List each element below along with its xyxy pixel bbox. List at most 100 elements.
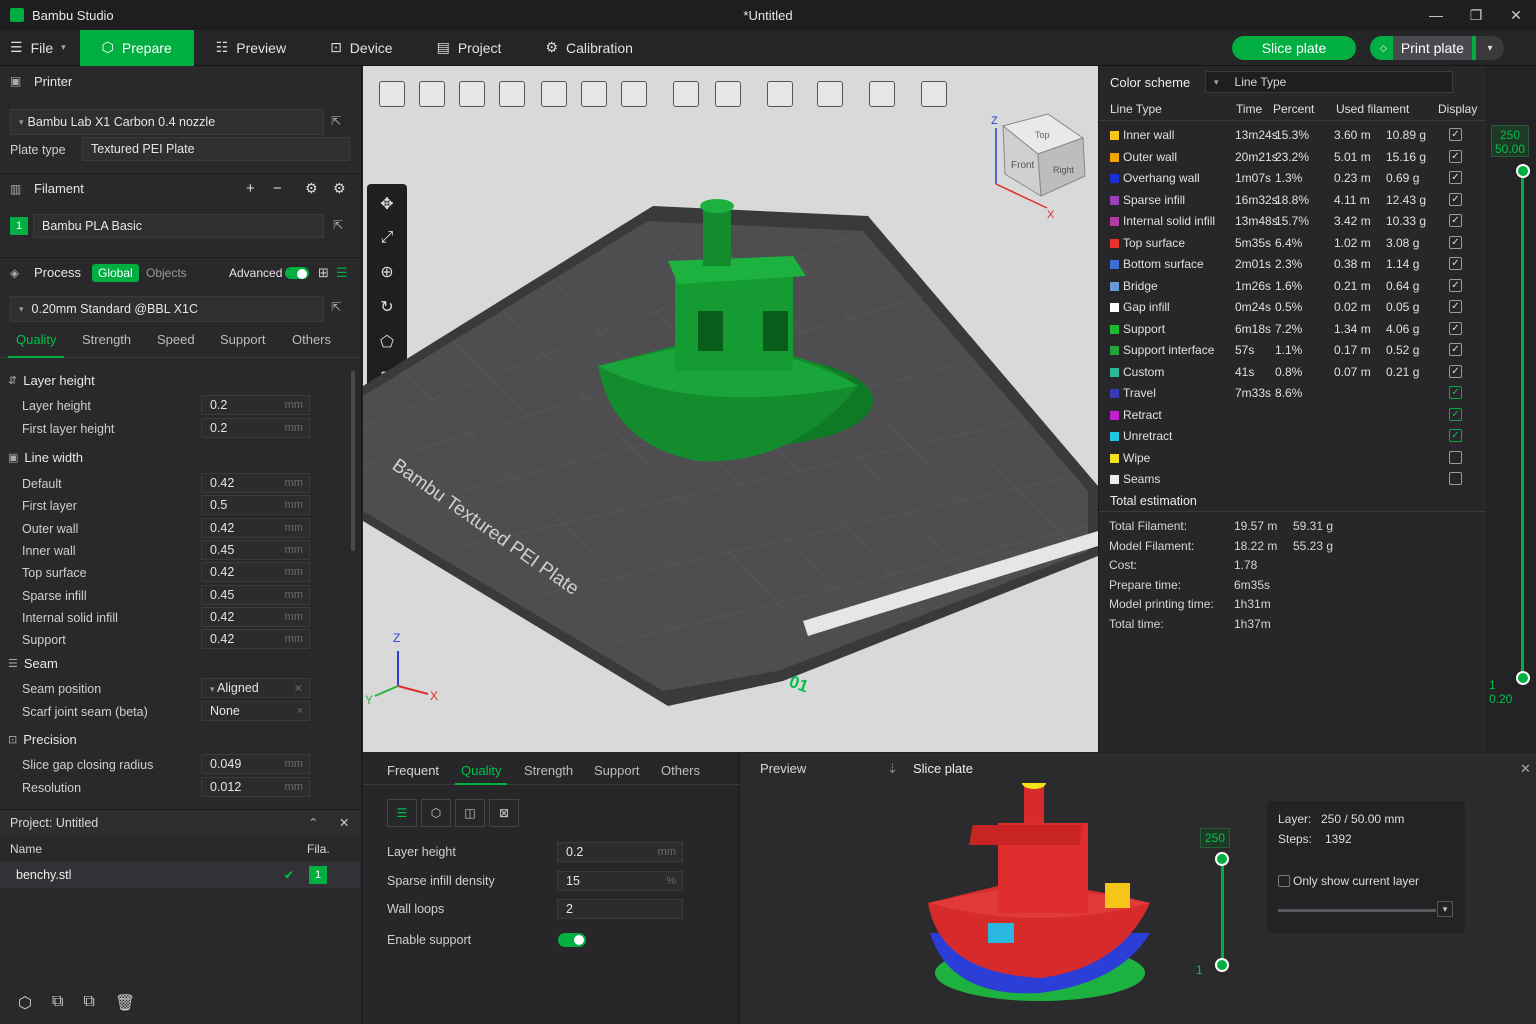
print-dropdown-icon[interactable]: ▾ (1476, 36, 1504, 60)
display-checkbox[interactable]: ✓ (1449, 321, 1462, 335)
filament-sync-icon[interactable]: ⚙ (333, 180, 346, 197)
line-width-setting-input[interactable]: 0.42 mm (201, 629, 310, 650)
line-width-setting-input[interactable]: 0.42 mm (201, 473, 310, 493)
clear-icon[interactable]: ✕ (294, 682, 303, 695)
close-preview-icon[interactable]: ✕ (1520, 761, 1531, 777)
clear-icon[interactable]: × (297, 705, 303, 717)
display-checkbox[interactable]: ✓ (1449, 407, 1462, 421)
minimize-button[interactable]: — (1416, 0, 1456, 30)
preview-slider-top-handle[interactable] (1215, 852, 1229, 866)
preview-slice-button[interactable]: Slice plate (913, 761, 973, 776)
enable-support-switch[interactable] (558, 933, 586, 947)
display-checkbox[interactable]: ✓ (1449, 343, 1462, 356)
display-checkbox[interactable]: ✓ (1449, 429, 1462, 442)
tab-others-quick[interactable]: Others (661, 763, 700, 778)
object-row[interactable]: benchy.stl ✔ 1 (0, 862, 360, 888)
line-width-setting-input[interactable]: 0.45 mm (201, 584, 310, 605)
global-toggle[interactable]: Global (92, 264, 139, 282)
delete-icon[interactable]: 🗑 (115, 993, 135, 1013)
filament-settings-icon[interactable]: ⚙ (305, 180, 318, 197)
quick-setting-input[interactable]: 2 (557, 899, 683, 919)
edit-filament-icon[interactable]: ⇱ (333, 218, 343, 232)
display-checkbox[interactable]: ✓ (1449, 149, 1462, 163)
tab-preview[interactable]: ☷ Preview (194, 30, 308, 66)
precision-setting-input[interactable]: 0.049 mm (201, 754, 310, 774)
print-plate-button[interactable]: ◇ Print plate (1370, 36, 1476, 60)
preview-slider-bottom-handle[interactable] (1215, 958, 1229, 972)
line-width-setting-input[interactable]: 0.45 mm (201, 539, 310, 560)
list-icon[interactable]: ☰ (336, 265, 348, 281)
slider-top-handle[interactable] (1516, 164, 1530, 178)
settings-scrollbar[interactable] (351, 371, 355, 551)
file-menu[interactable]: ☰ File ▾ (0, 30, 80, 66)
precision-setting-input[interactable]: 0.012 mm (201, 777, 310, 797)
edit-process-icon[interactable]: ⇱ (331, 300, 341, 314)
close-button[interactable]: ✕ (1496, 0, 1536, 30)
preview-slider-track[interactable] (1221, 859, 1224, 965)
display-checkbox[interactable]: ✓ (1449, 214, 1462, 227)
display-checkbox[interactable]: ✓ (1449, 364, 1462, 378)
layer-setting-input[interactable]: 0.2 mm (201, 418, 310, 438)
display-checkbox[interactable]: ✓ (1449, 386, 1462, 399)
compare-icon[interactable]: ⊞ (318, 265, 329, 281)
layer-slider[interactable]: 250 50.00 1 0.20 (1486, 66, 1536, 752)
display-checkbox[interactable]: ✓ (1449, 257, 1462, 270)
quick-setting-input[interactable]: 15 % (557, 870, 683, 891)
display-checkbox[interactable]: ✓ (1449, 300, 1462, 313)
quick-setting-input[interactable]: 0.2 mm (557, 842, 683, 862)
seam-position-select[interactable]: ▾ Aligned ✕ (201, 678, 310, 698)
layer-setting-input[interactable]: 0.2 mm (201, 395, 310, 415)
advanced-switch[interactable] (285, 267, 309, 279)
edit-printer-icon[interactable]: ⇱ (331, 114, 341, 128)
filament-slot-badge[interactable]: 1 (10, 217, 28, 235)
tab-frequent[interactable]: Frequent (387, 763, 439, 778)
add-filament-icon[interactable]: + (246, 180, 255, 197)
printer-select[interactable]: ▾ Bambu Lab X1 Carbon 0.4 nozzle (10, 109, 324, 135)
cube-icon[interactable]: ⬡ (421, 799, 451, 827)
3d-viewport[interactable]: ✥ ⤢ ⊕ ↻ ⬠ ⊟ ✎ Bambu Textured PEI Plate 0… (363, 66, 1098, 752)
tab-speed[interactable]: Speed (157, 332, 195, 347)
tab-calibration[interactable]: ⚙ Calibration (523, 30, 655, 66)
object-filament-badge[interactable]: 1 (309, 866, 327, 884)
collapse-icon[interactable]: ⌃ (308, 815, 318, 830)
display-checkbox[interactable]: ✓ (1449, 171, 1462, 184)
plate-type-select[interactable]: Textured PEI Plate (82, 137, 350, 161)
support-icon[interactable]: ⊠ (489, 799, 519, 827)
filament-select[interactable]: Bambu PLA Basic (33, 214, 324, 238)
display-checkbox[interactable]: ✓ (1449, 235, 1462, 249)
tab-strength[interactable]: Strength (82, 332, 131, 347)
tab-quality-quick[interactable]: Quality (455, 763, 508, 785)
tab-quality[interactable]: Quality (8, 332, 65, 358)
line-width-setting-input[interactable]: 0.5 mm (201, 495, 310, 516)
wall-icon[interactable]: ◫ (455, 799, 485, 827)
process-preset-select[interactable]: ▾ 0.20mm Standard @BBL X1C (10, 296, 324, 322)
tab-support[interactable]: Support (220, 332, 266, 347)
add-cube-icon[interactable]: ⬡ (18, 993, 32, 1013)
tab-prepare[interactable]: ⬡ Prepare (79, 29, 194, 66)
slice-plate-button[interactable]: Slice plate (1232, 36, 1356, 60)
line-width-setting-input[interactable]: 0.42 mm (201, 517, 310, 538)
objects-toggle[interactable]: Objects (146, 266, 187, 280)
copy-icon[interactable]: ⧉ (52, 993, 63, 1013)
paste-icon[interactable]: ⧉ (83, 993, 94, 1013)
chevron-down-icon[interactable]: ▾ (1437, 901, 1453, 917)
tab-project[interactable]: ▤ Project (415, 30, 524, 66)
move-slider-track[interactable] (1278, 909, 1436, 912)
line-width-setting-input[interactable]: 0.42 mm (201, 562, 310, 583)
only-current-checkbox[interactable] (1278, 875, 1290, 887)
tab-others[interactable]: Others (292, 332, 331, 347)
display-checkbox[interactable] (1449, 450, 1462, 464)
scarf-seam-select[interactable]: None × (201, 701, 310, 721)
tab-strength-quick[interactable]: Strength (524, 763, 573, 778)
tab-support-quick[interactable]: Support (594, 763, 640, 778)
maximize-button[interactable]: ❐ (1456, 0, 1496, 30)
view-cube[interactable]: Top Front Right Z X (991, 113, 1086, 221)
display-checkbox[interactable]: ✓ (1449, 128, 1462, 141)
display-checkbox[interactable]: ✓ (1449, 278, 1462, 292)
layers-icon[interactable]: ☰ (387, 799, 417, 827)
remove-filament-icon[interactable]: − (273, 180, 282, 197)
display-checkbox[interactable] (1449, 472, 1462, 485)
tab-device[interactable]: ⊡ Device (308, 30, 415, 66)
line-width-setting-input[interactable]: 0.42 mm (201, 606, 310, 627)
display-checkbox[interactable]: ✓ (1449, 192, 1462, 206)
